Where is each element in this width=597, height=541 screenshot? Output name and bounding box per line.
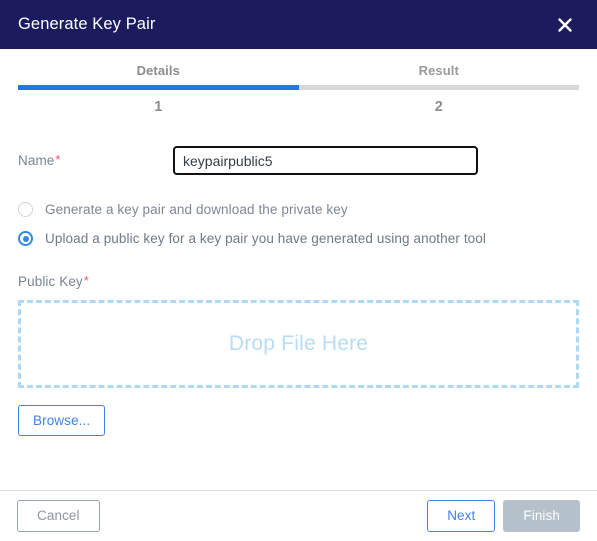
name-required-asterisk: * bbox=[55, 152, 61, 167]
browse-button[interactable]: Browse... bbox=[18, 405, 106, 436]
step-details-number: 1 bbox=[154, 99, 163, 115]
step-details-label: Details bbox=[136, 63, 180, 78]
radio-upload-public-key-label: Upload a public key for a key pair you h… bbox=[45, 231, 486, 246]
finish-button: Finish bbox=[503, 500, 580, 532]
radio-checked-icon bbox=[18, 231, 33, 246]
step-result[interactable]: Result 2 bbox=[298, 63, 579, 115]
dialog-header: Generate Key Pair bbox=[0, 0, 597, 49]
radio-upload-public-key[interactable]: Upload a public key for a key pair you h… bbox=[18, 231, 579, 246]
footer-left-actions: Cancel bbox=[17, 500, 100, 532]
wizard-stepper: Details 1 Result 2 bbox=[0, 49, 597, 115]
footer-right-actions: Next Finish bbox=[427, 500, 580, 532]
public-key-required-asterisk: * bbox=[83, 273, 89, 288]
radio-generate-key-pair-label: Generate a key pair and download the pri… bbox=[45, 202, 348, 217]
dialog-title: Generate Key Pair bbox=[18, 15, 156, 33]
key-source-radio-group: Generate a key pair and download the pri… bbox=[18, 202, 579, 246]
public-key-section: Public Key* Drop File Here Browse... bbox=[18, 274, 579, 436]
name-input[interactable] bbox=[173, 146, 478, 175]
radio-unchecked-icon bbox=[18, 202, 33, 217]
public-key-label-text: Public Key bbox=[18, 274, 83, 289]
dropzone-text: Drop File Here bbox=[228, 332, 369, 355]
step-result-bar bbox=[298, 85, 579, 90]
generate-key-pair-dialog: Generate Key Pair Details 1 Result 2 Nam… bbox=[0, 0, 597, 541]
step-details-bar bbox=[18, 85, 299, 90]
step-result-label: Result bbox=[418, 63, 459, 78]
name-label-text: Name bbox=[18, 153, 55, 168]
close-icon[interactable] bbox=[551, 11, 579, 39]
name-field-row: Name* bbox=[18, 146, 579, 175]
file-dropzone[interactable]: Drop File Here bbox=[18, 300, 579, 388]
cancel-button[interactable]: Cancel bbox=[17, 500, 100, 532]
step-result-number: 2 bbox=[434, 99, 443, 115]
name-input-wrapper bbox=[173, 146, 478, 175]
dialog-body: Name* Generate a key pair and download t… bbox=[0, 115, 597, 490]
next-button[interactable]: Next bbox=[427, 500, 496, 532]
step-details[interactable]: Details 1 bbox=[18, 63, 299, 115]
name-label: Name* bbox=[18, 153, 173, 168]
dialog-footer: Cancel Next Finish bbox=[0, 490, 597, 541]
radio-generate-key-pair[interactable]: Generate a key pair and download the pri… bbox=[18, 202, 579, 217]
public-key-label: Public Key* bbox=[18, 274, 579, 289]
